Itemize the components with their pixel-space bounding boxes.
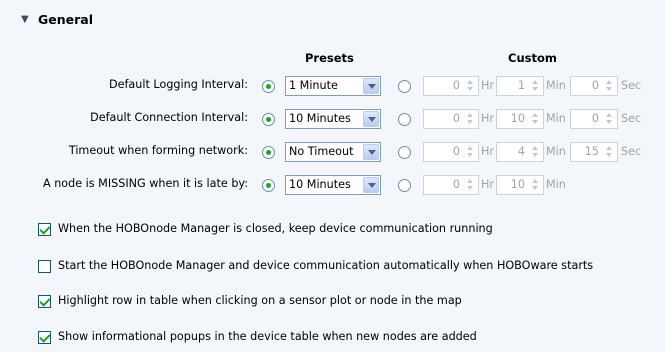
- hours-spinner[interactable]: 0: [423, 109, 479, 129]
- spin-arrows-icon[interactable]: [465, 79, 476, 93]
- chevron-down-icon[interactable]: [363, 111, 379, 127]
- preset-radio[interactable]: [262, 179, 275, 192]
- hours-unit: Hr: [481, 145, 495, 158]
- minutes-spinner[interactable]: 10: [496, 175, 544, 195]
- spin-arrows-icon[interactable]: [530, 79, 541, 93]
- minutes-value: 1: [517, 79, 525, 92]
- auto-start-label[interactable]: Start the HOBOnode Manager and device co…: [58, 259, 593, 272]
- preset-dropdown[interactable]: No Timeout: [285, 142, 381, 162]
- row-label: A node is MISSING when it is late by:: [42, 177, 248, 190]
- seconds-value: 0: [591, 112, 599, 125]
- row-label: Default Logging Interval:: [109, 78, 248, 91]
- spin-arrows-icon[interactable]: [530, 112, 541, 126]
- chevron-down-icon[interactable]: [363, 177, 379, 193]
- spin-arrows-icon[interactable]: [530, 178, 541, 192]
- preset-dropdown[interactable]: 1 Minute: [285, 76, 381, 96]
- preset-value: 10 Minutes: [289, 178, 351, 191]
- preset-value: 1 Minute: [289, 79, 338, 92]
- keep-running-checkbox[interactable]: [38, 223, 51, 236]
- minutes-value: 10: [510, 178, 525, 191]
- spin-arrows-icon[interactable]: [604, 79, 615, 93]
- minutes-spinner[interactable]: 4: [496, 142, 544, 162]
- minutes-spinner[interactable]: 1: [496, 76, 544, 96]
- presets-header: Presets: [305, 51, 354, 65]
- minutes-unit: Min: [546, 145, 566, 158]
- seconds-spinner[interactable]: 0: [570, 76, 618, 96]
- seconds-value: 0: [591, 79, 599, 92]
- popups-checkbox[interactable]: [38, 331, 51, 344]
- seconds-spinner[interactable]: 0: [570, 109, 618, 129]
- hours-unit: Hr: [481, 112, 495, 125]
- row-label: Default Connection Interval:: [90, 111, 248, 124]
- preset-dropdown[interactable]: 10 Minutes: [285, 175, 381, 195]
- highlight-row-label[interactable]: Highlight row in table when clicking on …: [58, 294, 462, 307]
- minutes-unit: Min: [546, 178, 566, 191]
- custom-radio[interactable]: [398, 146, 411, 159]
- hours-spinner[interactable]: 0: [423, 175, 479, 195]
- preset-value: 10 Minutes: [289, 112, 351, 125]
- custom-radio[interactable]: [398, 179, 411, 192]
- seconds-value: 15: [584, 145, 599, 158]
- chevron-down-icon[interactable]: [363, 78, 379, 94]
- custom-radio[interactable]: [398, 80, 411, 93]
- hours-value: 0: [452, 112, 460, 125]
- hours-value: 0: [452, 178, 460, 191]
- spin-arrows-icon[interactable]: [465, 112, 476, 126]
- spin-arrows-icon[interactable]: [530, 145, 541, 159]
- preset-dropdown[interactable]: 10 Minutes: [285, 109, 381, 129]
- seconds-unit: Sec: [621, 145, 642, 158]
- seconds-unit: Sec: [621, 79, 642, 92]
- spin-arrows-icon[interactable]: [465, 178, 476, 192]
- keep-running-label[interactable]: When the HOBOnode Manager is closed, kee…: [58, 222, 493, 235]
- row-label: Timeout when forming network:: [68, 144, 248, 157]
- hours-spinner[interactable]: 0: [423, 76, 479, 96]
- spin-arrows-icon[interactable]: [604, 112, 615, 126]
- custom-radio[interactable]: [398, 113, 411, 126]
- hours-unit: Hr: [481, 178, 495, 191]
- minutes-spinner[interactable]: 10: [496, 109, 544, 129]
- hours-unit: Hr: [481, 79, 495, 92]
- custom-header: Custom: [508, 51, 557, 65]
- collapse-triangle-icon[interactable]: ▼: [21, 14, 29, 25]
- minutes-value: 10: [510, 112, 525, 125]
- preset-value: No Timeout: [289, 145, 354, 158]
- general-settings-panel: ▼ General Presets Custom Default Logging…: [0, 0, 665, 352]
- seconds-spinner[interactable]: 15: [570, 142, 618, 162]
- chevron-down-icon[interactable]: [363, 144, 379, 160]
- preset-radio[interactable]: [262, 80, 275, 93]
- seconds-unit: Sec: [621, 112, 642, 125]
- auto-start-checkbox[interactable]: [38, 260, 51, 273]
- highlight-row-checkbox[interactable]: [38, 295, 51, 308]
- hours-spinner[interactable]: 0: [423, 142, 479, 162]
- spin-arrows-icon[interactable]: [604, 145, 615, 159]
- popups-label[interactable]: Show informational popups in the device …: [58, 330, 477, 343]
- section-title: General: [38, 12, 93, 27]
- minutes-unit: Min: [546, 112, 566, 125]
- preset-radio[interactable]: [262, 146, 275, 159]
- hours-value: 0: [452, 79, 460, 92]
- hours-value: 0: [452, 145, 460, 158]
- minutes-unit: Min: [546, 79, 566, 92]
- minutes-value: 4: [517, 145, 525, 158]
- preset-radio[interactable]: [262, 113, 275, 126]
- spin-arrows-icon[interactable]: [465, 145, 476, 159]
